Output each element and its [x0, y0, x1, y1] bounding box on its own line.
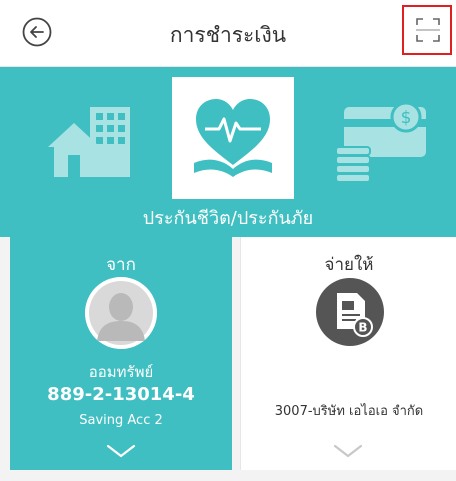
- home-building-icon: [48, 107, 130, 177]
- payment-category-band: $ ประกันชีวิต/ประกันภัย: [0, 67, 456, 237]
- bill-document-icon: B: [316, 278, 384, 346]
- cash-coins-icon: $: [335, 101, 426, 183]
- chevron-down-icon[interactable]: [106, 443, 136, 459]
- selected-category-label: ประกันชีวิต/ประกันภัย: [142, 208, 314, 229]
- account-type: ออมทรัพย์: [88, 363, 154, 381]
- scan-button[interactable]: [402, 5, 452, 55]
- heart-book-icon: [194, 99, 272, 177]
- payee-name: 3007-บริษัท เอไอเอ จำกัด: [274, 404, 424, 419]
- svg-text:$: $: [401, 108, 412, 128]
- from-account-panel[interactable]: จาก ออมทรัพย์ 889-2-13014-4 Saving Acc 2: [10, 237, 232, 470]
- account-name: Saving Acc 2: [79, 413, 163, 428]
- chevron-down-icon[interactable]: [333, 443, 363, 459]
- from-heading: จาก: [106, 255, 136, 275]
- page-title: การชำระเงิน: [169, 23, 287, 47]
- to-heading: จ่ายให้: [324, 255, 374, 275]
- category-home[interactable]: [42, 77, 162, 192]
- to-payee-panel[interactable]: จ่ายให้ B 3007-บริษัท เอไอเอ จำกัด: [240, 237, 456, 470]
- user-avatar-icon: [85, 277, 157, 349]
- category-insurance[interactable]: [172, 77, 294, 199]
- scan-frame-icon: [416, 18, 440, 42]
- transfer-panels: จาก ออมทรัพย์ 889-2-13014-4 Saving Acc 2…: [0, 237, 456, 481]
- app-header: การชำระเงิน: [0, 0, 456, 67]
- svg-text:B: B: [358, 321, 367, 335]
- account-number: 889-2-13014-4: [47, 384, 195, 405]
- category-bills[interactable]: $: [324, 77, 444, 192]
